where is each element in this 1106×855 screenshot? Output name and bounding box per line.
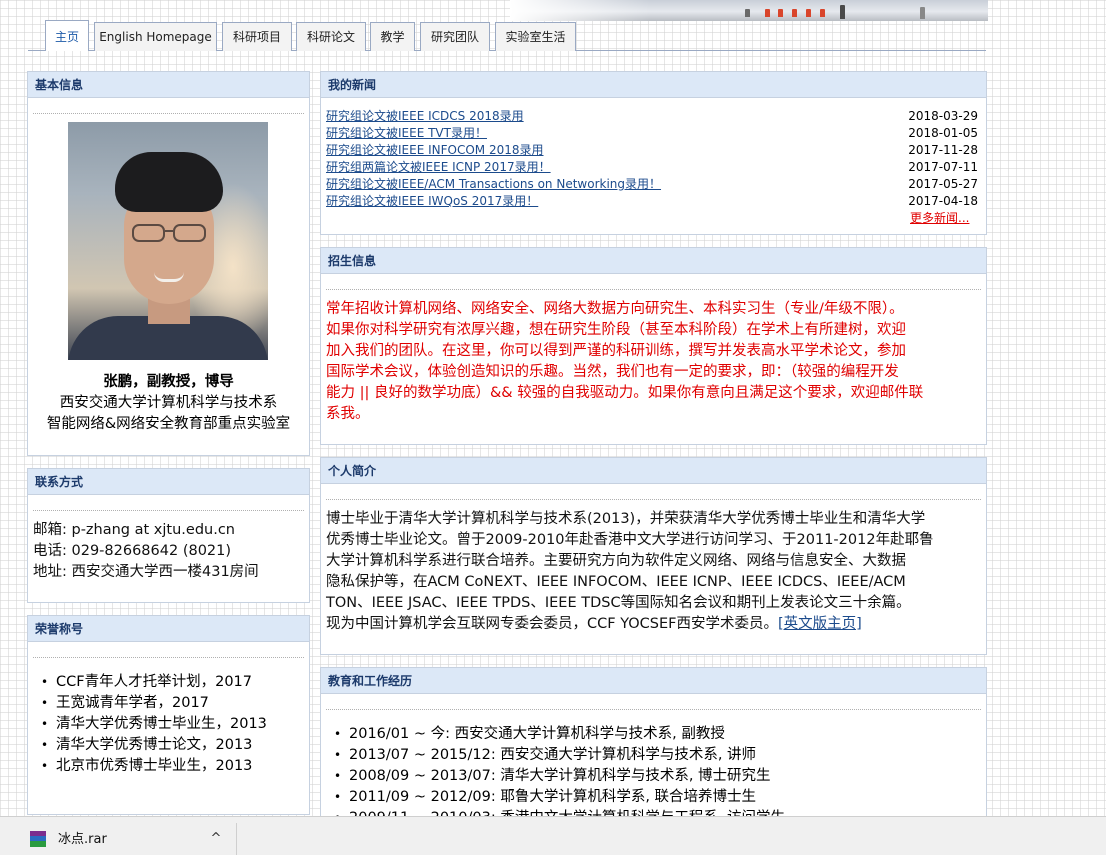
profile-lab: 智能网络&网络安全教育部重点实验室 xyxy=(46,416,291,432)
news-row: 研究组论文被IEEE INFOCOM 2018录用 2017-11-28 xyxy=(326,142,978,159)
honors-header: 荣誉称号 xyxy=(28,616,309,642)
education-list: 2016/01 ~ 今: 西安交通大学计算机科学与技术系, 副教授 2013/0… xyxy=(326,724,785,829)
profile-photo xyxy=(68,122,268,360)
contact-email: 邮箱: p-zhang at xjtu.edu.cn xyxy=(33,522,235,538)
tab-lab-life[interactable]: 实验室生活 xyxy=(495,22,576,51)
more-news-link[interactable]: 更多新闻... xyxy=(910,210,969,227)
contact-address: 地址: 西安交通大学西一楼431房间 xyxy=(33,564,259,580)
news-row: 研究组论文被IEEE ICDCS 2018录用 2018-03-29 xyxy=(326,108,978,125)
bio-line: 博士毕业于清华大学计算机科学与技术系(2013)，并荣获清华大学优秀博士毕业生和… xyxy=(326,511,926,527)
bio-text: 博士毕业于清华大学计算机科学与技术系(2013)，并荣获清华大学优秀博士毕业生和… xyxy=(326,509,934,635)
divider xyxy=(326,709,981,710)
recruit-line: 常年招收计算机网络、网络安全、网络大数据方向研究生、本科实习生（专业/年级不限）… xyxy=(326,301,904,317)
contact-header: 联系方式 xyxy=(28,469,309,495)
honors-list: CCF青年人才托举计划，2017 王宽诚青年学者，2017 清华大学优秀博士毕业… xyxy=(33,672,267,777)
news-link[interactable]: 研究组论文被IEEE TVT录用！ xyxy=(326,125,487,142)
news-date: 2018-03-29 xyxy=(908,109,978,123)
list-item: 2011/09 ~ 2012/09: 耶鲁大学计算机科学系, 联合培养博士生 xyxy=(326,787,785,808)
news-date: 2017-07-11 xyxy=(908,160,978,174)
news-link[interactable]: 研究组论文被IEEE IWQoS 2017录用！ xyxy=(326,193,538,210)
download-item[interactable]: 冰点.rar ^ xyxy=(12,823,237,855)
list-item: 2016/01 ~ 今: 西安交通大学计算机科学与技术系, 副教授 xyxy=(326,724,785,745)
news-link[interactable]: 研究组论文被IEEE/ACM Transactions on Networkin… xyxy=(326,176,661,193)
news-link[interactable]: 研究组论文被IEEE INFOCOM 2018录用 xyxy=(326,142,544,159)
contact-phone: 电话: 029-82668642 (8021) xyxy=(33,543,232,559)
profile-affiliation: 西安交通大学计算机科学与技术系 xyxy=(59,395,278,411)
news-date: 2017-11-28 xyxy=(908,143,978,157)
recruit-line: 如果你对科学研究有浓厚兴趣，想在研究生阶段（甚至本科阶段）在学术上有所建树，欢迎 xyxy=(326,322,906,338)
rar-archive-icon xyxy=(30,831,46,847)
divider xyxy=(326,289,981,290)
basic-info-panel: 基本信息 张鹏，副教授，博导 西安交通大学计算机科学与技术系 智能网络&网络安全… xyxy=(27,71,310,456)
contact-panel: 联系方式 邮箱: p-zhang at xjtu.edu.cn 电话: 029-… xyxy=(27,468,310,603)
bio-line: TON、IEEE JSAC、IEEE TPDS、IEEE TDSC等国际知名会议… xyxy=(326,595,911,611)
tab-research-papers[interactable]: 科研论文 xyxy=(296,22,366,51)
list-item: 清华大学优秀博士毕业生，2013 xyxy=(33,714,267,735)
list-item: CCF青年人才托举计划，2017 xyxy=(33,672,267,693)
bio-panel: 个人简介 博士毕业于清华大学计算机科学与技术系(2013)，并荣获清华大学优秀博… xyxy=(320,457,987,655)
news-row: 研究组论文被IEEE TVT录用！ 2018-01-05 xyxy=(326,125,978,142)
news-date: 2017-04-18 xyxy=(908,194,978,208)
education-header: 教育和工作经历 xyxy=(321,668,986,694)
list-item: 2013/07 ~ 2015/12: 西安交通大学计算机科学与技术系, 讲师 xyxy=(326,745,785,766)
recruit-text: 常年招收计算机网络、网络安全、网络大数据方向研究生、本科实习生（专业/年级不限）… xyxy=(326,299,923,425)
list-item: 王宽诚青年学者，2017 xyxy=(33,693,267,714)
education-panel: 教育和工作经历 2016/01 ~ 今: 西安交通大学计算机科学与技术系, 副教… xyxy=(320,667,987,829)
divider xyxy=(326,499,981,500)
profile-name-title: 张鹏，副教授，博导 xyxy=(103,374,234,390)
divider xyxy=(33,657,304,658)
bio-header: 个人简介 xyxy=(321,458,986,484)
bio-line: 隐私保护等，在ACM CoNEXT、IEEE INFOCOM、IEEE ICNP… xyxy=(326,574,906,590)
news-row: 研究组两篇论文被IEEE ICNP 2017录用！ 2017-07-11 xyxy=(326,159,978,176)
bio-line: 大学计算机科学系进行联合培养。主要研究方向为软件定义网络、网络与信息安全、大数据 xyxy=(326,553,906,569)
news-panel: 我的新闻 研究组论文被IEEE ICDCS 2018录用 2018-03-29 … xyxy=(320,71,987,235)
honors-panel: 荣誉称号 CCF青年人才托举计划，2017 王宽诚青年学者，2017 清华大学优… xyxy=(27,615,310,815)
news-row: 研究组论文被IEEE/ACM Transactions on Networkin… xyxy=(326,176,978,193)
news-link[interactable]: 研究组两篇论文被IEEE ICNP 2017录用！ xyxy=(326,159,551,176)
list-item: 北京市优秀博士毕业生，2013 xyxy=(33,756,267,777)
tab-english-homepage[interactable]: English Homepage xyxy=(94,22,217,51)
list-item: 2008/09 ~ 2013/07: 清华大学计算机科学与技术系, 博士研究生 xyxy=(326,766,785,787)
download-bar: 冰点.rar ^ xyxy=(0,816,1106,855)
recruit-panel: 招生信息 常年招收计算机网络、网络安全、网络大数据方向研究生、本科实习生（专业/… xyxy=(320,247,987,445)
english-homepage-link[interactable]: [英文版主页] xyxy=(778,616,862,632)
recruit-line: 能力 || 良好的数学功底）&& 较强的自我驱动力。如果你有意向且满足这个要求，… xyxy=(326,385,924,401)
bio-last-line: 现为中国计算机学会互联网专委会委员，CCF YOCSEF西安学术委员。 xyxy=(326,616,779,632)
divider xyxy=(33,113,304,114)
news-date: 2017-05-27 xyxy=(908,177,978,191)
news-link[interactable]: 研究组论文被IEEE ICDCS 2018录用 xyxy=(326,108,524,125)
main-nav: 主页 English Homepage 科研项目 科研论文 教学 研究团队 实验… xyxy=(28,20,986,51)
recruit-line: 国际学术会议，体验创造知识的乐趣。当然，我们也有一定的要求，即：（较强的编程开发 xyxy=(326,364,899,380)
banner-image xyxy=(510,0,988,21)
news-header: 我的新闻 xyxy=(321,72,986,98)
news-row: 研究组论文被IEEE IWQoS 2017录用！ 2017-04-18 xyxy=(326,193,978,210)
bio-line: 优秀博士毕业论文。曾于2009-2010年赴香港中文大学进行访问学习、于2011… xyxy=(326,532,934,548)
news-date: 2018-01-05 xyxy=(908,126,978,140)
tab-research-team[interactable]: 研究团队 xyxy=(420,22,490,51)
list-item: 清华大学优秀博士论文，2013 xyxy=(33,735,267,756)
basic-info-header: 基本信息 xyxy=(28,72,309,98)
recruit-header: 招生信息 xyxy=(321,248,986,274)
tab-home[interactable]: 主页 xyxy=(45,20,89,51)
chevron-up-icon[interactable]: ^ xyxy=(208,831,224,847)
tab-teaching[interactable]: 教学 xyxy=(370,22,415,51)
divider xyxy=(33,510,304,511)
bio-line: 现为中国计算机学会互联网专委会委员，CCF YOCSEF西安学术委员。[英文版主… xyxy=(326,614,934,635)
download-filename: 冰点.rar xyxy=(58,832,107,847)
recruit-line: 加入我们的团队。在这里，你可以得到严谨的科研训练，撰写并发表高水平学术论文，参加 xyxy=(326,343,906,359)
tab-research-projects[interactable]: 科研项目 xyxy=(222,22,292,51)
recruit-line: 系我。 xyxy=(326,406,370,422)
